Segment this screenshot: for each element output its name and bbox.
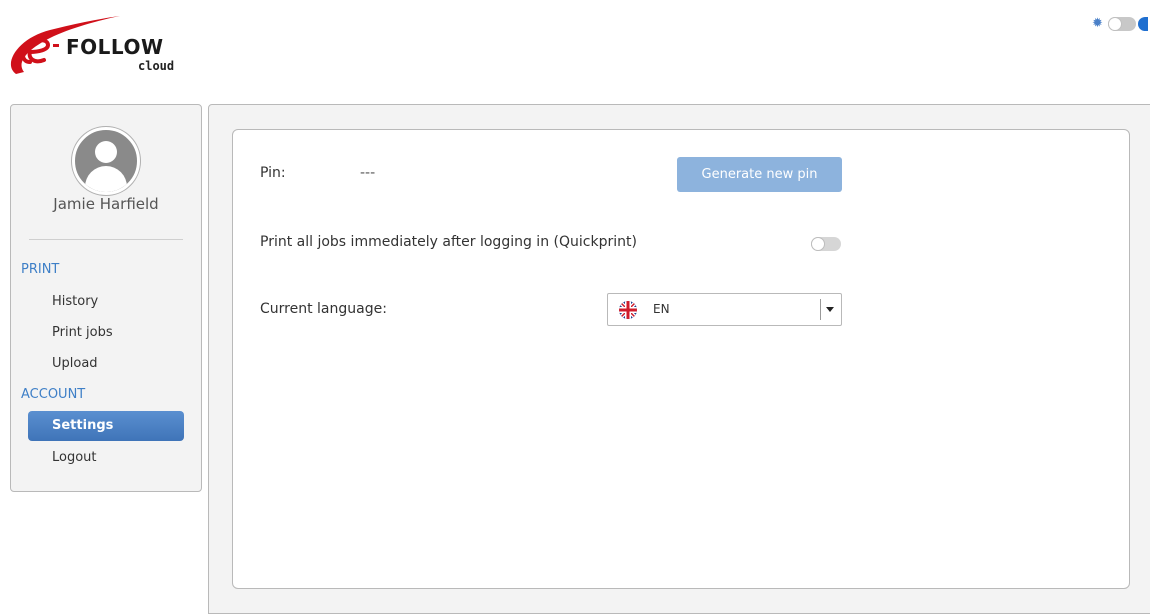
pin-value: --- [360, 165, 376, 181]
sidebar-item-logout[interactable]: Logout [28, 443, 184, 473]
language-label: Current language: [260, 301, 387, 317]
avatar-body [85, 166, 127, 192]
select-separator [820, 299, 821, 320]
sidebar-item-history[interactable]: History [28, 287, 184, 317]
sidebar-item-settings[interactable]: Settings [28, 411, 184, 441]
quickprint-toggle[interactable] [811, 237, 841, 251]
user-name: Jamie Harfield [53, 195, 159, 213]
theme-switch-knob [1108, 17, 1122, 31]
avatar [72, 127, 140, 195]
settings-card: Pin: --- Generate new pin Print all jobs… [232, 129, 1130, 589]
avatar-head [95, 141, 117, 163]
theme-toggle[interactable]: ✹ [1092, 17, 1148, 31]
sidebar-divider [29, 239, 183, 240]
uk-flag-icon [619, 301, 637, 319]
language-value: EN [653, 302, 670, 316]
logo-text: FOLLOW [66, 35, 164, 59]
logo-subtitle: cloud [138, 59, 175, 73]
quickprint-toggle-knob [811, 237, 825, 251]
sidebar-item-upload[interactable]: Upload [28, 349, 184, 379]
section-label-print: PRINT [21, 262, 60, 277]
chevron-down-icon[interactable] [826, 307, 834, 312]
efollow-logo: FOLLOW cloud [8, 12, 178, 78]
generate-pin-button[interactable]: Generate new pin [677, 157, 842, 192]
section-label-account: ACCOUNT [21, 387, 86, 402]
theme-switch[interactable] [1108, 17, 1136, 31]
pin-label: Pin: [260, 165, 286, 181]
quickprint-label: Print all jobs immediately after logging… [260, 234, 637, 250]
main-panel: Pin: --- Generate new pin Print all jobs… [208, 104, 1150, 614]
moon-icon [1138, 17, 1148, 31]
sidebar: Jamie Harfield PRINT History Print jobs … [10, 104, 202, 492]
language-select[interactable]: EN [607, 293, 842, 326]
sidebar-item-print-jobs[interactable]: Print jobs [28, 318, 184, 348]
sun-icon: ✹ [1092, 16, 1103, 31]
